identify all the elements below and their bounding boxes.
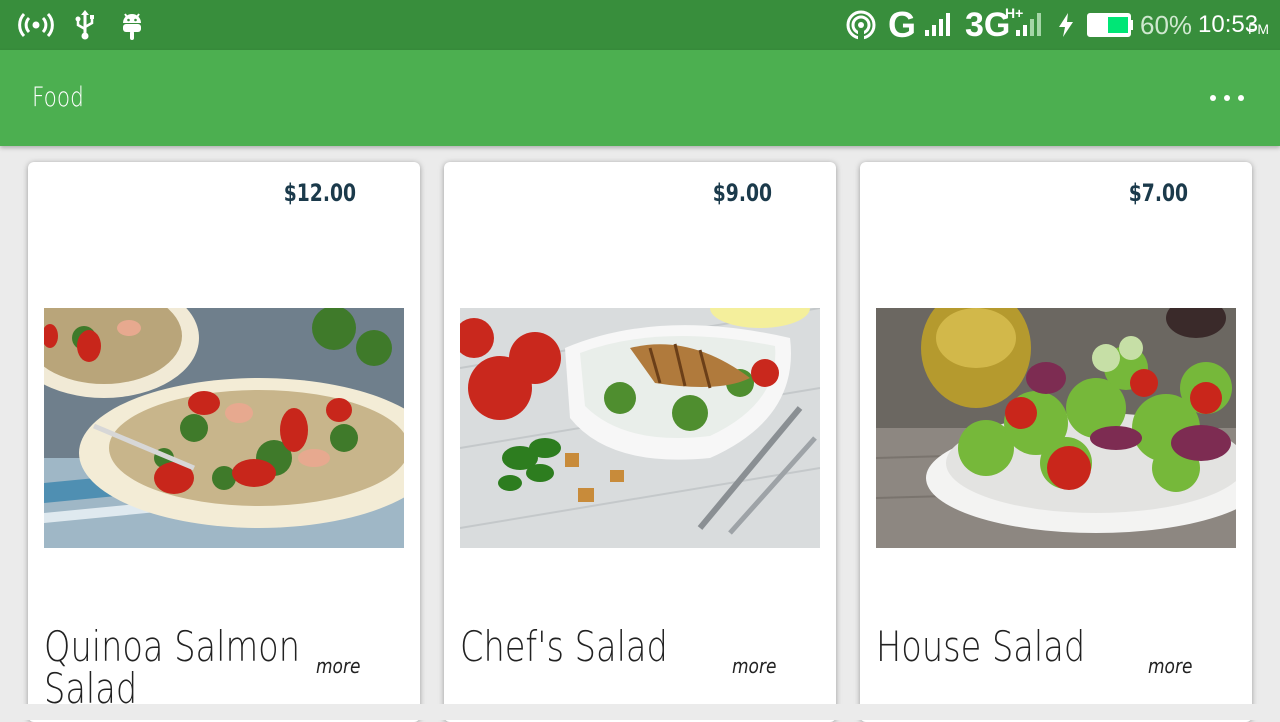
signal-3g-icon bbox=[1012, 0, 1044, 50]
food-name: Quinoa Salmon Salad bbox=[44, 622, 301, 713]
food-name: House Salad bbox=[876, 622, 1086, 671]
charging-bolt-icon bbox=[1054, 0, 1078, 50]
status-bar: G 3G H+ 60% 10:53 PM bbox=[0, 0, 1280, 50]
clock-ampm: PM bbox=[1248, 21, 1269, 37]
price-label: $12.00 bbox=[283, 179, 356, 207]
food-image bbox=[460, 308, 820, 548]
more-link[interactable]: more bbox=[316, 654, 360, 678]
app-bar: Food bbox=[0, 50, 1280, 146]
page-title: Food bbox=[32, 82, 84, 113]
overflow-menu-button[interactable] bbox=[1210, 88, 1244, 108]
network-g-label: G bbox=[888, 4, 917, 45]
more-link[interactable]: more bbox=[732, 654, 776, 678]
food-image bbox=[876, 308, 1236, 548]
bottom-edge bbox=[0, 704, 1280, 720]
dot-icon bbox=[1238, 95, 1244, 101]
hotspot-icon bbox=[844, 0, 878, 50]
network-3g-label: 3G bbox=[965, 5, 1011, 44]
radio-waves-icon bbox=[16, 0, 56, 50]
signal-strength-icon bbox=[922, 0, 952, 50]
android-icon bbox=[116, 0, 148, 50]
more-link[interactable]: more bbox=[1148, 654, 1192, 678]
food-image bbox=[44, 308, 404, 548]
price-label: $9.00 bbox=[712, 179, 772, 207]
food-name: Chef's Salad bbox=[460, 622, 668, 671]
price-label: $7.00 bbox=[1128, 179, 1188, 207]
dot-icon bbox=[1224, 95, 1230, 101]
usb-icon bbox=[70, 0, 100, 50]
battery-icon bbox=[1086, 0, 1136, 50]
battery-percent: 60% bbox=[1140, 9, 1193, 40]
dot-icon bbox=[1210, 95, 1216, 101]
